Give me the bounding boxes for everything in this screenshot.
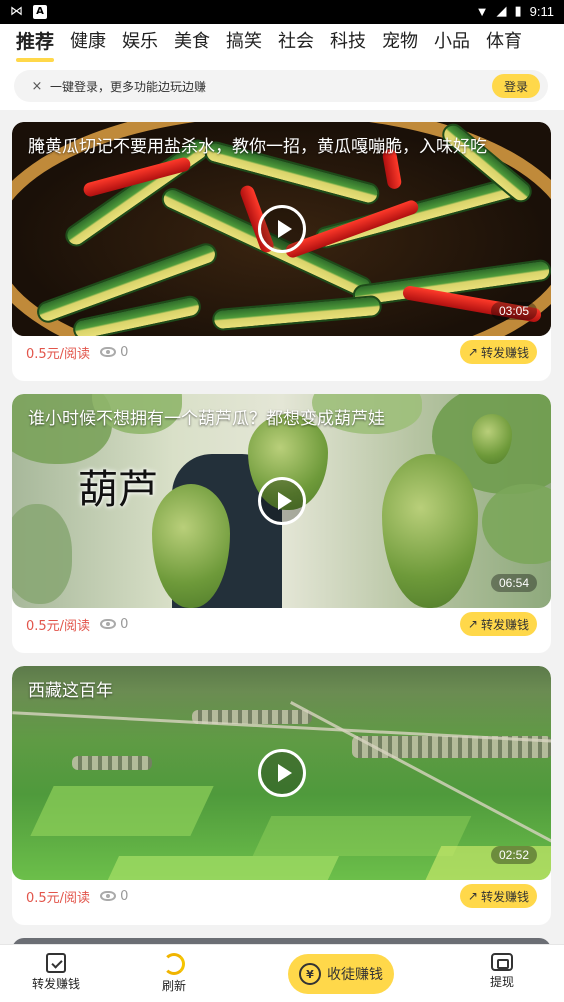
nav-refresh-label: 刷新 bbox=[162, 979, 187, 993]
reward-price: 0.5元/阅读 bbox=[26, 890, 91, 906]
video-duration: 06:54 bbox=[490, 574, 537, 592]
tab-recommend[interactable]: 推荐 bbox=[8, 24, 62, 64]
tab-health[interactable]: 健康 bbox=[62, 24, 114, 64]
share-icon: ↗ bbox=[467, 617, 478, 631]
share-earn-button[interactable]: ↗ 转发赚钱 bbox=[459, 612, 537, 636]
nav-share-earn-label: 转发赚钱 bbox=[32, 977, 81, 991]
share-earn-button[interactable]: ↗ 转发赚钱 bbox=[459, 340, 537, 364]
share-earn-button[interactable]: ↗ 转发赚钱 bbox=[459, 884, 537, 908]
view-count: 0 bbox=[100, 345, 128, 360]
video-thumbnail[interactable]: 葫芦 谁小时候不想拥有一个葫芦瓜？都想变成葫芦娃 06:54 bbox=[12, 394, 551, 608]
share-icon: ↗ bbox=[467, 345, 478, 359]
view-count: 0 bbox=[100, 889, 128, 904]
tab-society[interactable]: 社会 bbox=[270, 24, 322, 64]
overlay-calligraphy: 葫芦 bbox=[78, 467, 158, 513]
recruit-earn-button[interactable]: ¥ 收徒赚钱 bbox=[288, 954, 394, 994]
video-duration: 02:52 bbox=[490, 846, 537, 864]
tab-pets[interactable]: 宠物 bbox=[374, 24, 426, 64]
login-button[interactable]: 登录 bbox=[492, 74, 540, 98]
video-thumbnail[interactable]: 腌黄瓜切记不要用盐杀水，教你一招，黄瓜嘎嘣脆，入味好吃 03:05 bbox=[12, 122, 551, 336]
tab-entertainment[interactable]: 娱乐 bbox=[114, 24, 166, 64]
eye-icon bbox=[100, 891, 117, 901]
play-icon[interactable] bbox=[258, 749, 306, 797]
share-icon: ↗ bbox=[467, 889, 478, 903]
nav-refresh[interactable]: 刷新 bbox=[162, 953, 186, 994]
video-card[interactable]: 葫芦 谁小时候不想拥有一个葫芦瓜？都想变成葫芦娃 06:54 0.5元/阅读 0… bbox=[12, 394, 551, 653]
tab-funny[interactable]: 搞笑 bbox=[218, 24, 270, 64]
share-box-icon bbox=[46, 953, 66, 973]
login-banner-text: 一键登录，更多功能边玩边赚 bbox=[50, 79, 207, 94]
video-thumbnail[interactable]: 西藏这百年 02:52 bbox=[12, 666, 551, 880]
bottom-navigation: 转发赚钱 刷新 提现 bbox=[0, 944, 564, 1002]
play-icon[interactable] bbox=[258, 205, 306, 253]
reward-price: 0.5元/阅读 bbox=[26, 346, 91, 362]
tab-skits[interactable]: 小品 bbox=[426, 24, 478, 64]
eye-icon bbox=[100, 347, 117, 357]
refresh-icon bbox=[163, 953, 185, 975]
video-title[interactable]: 腌黄瓜切记不要用盐杀水，教你一招，黄瓜嘎嘣脆，入味好吃 bbox=[28, 134, 535, 160]
wallet-icon bbox=[491, 953, 513, 971]
app-notification-icon: ⋈ bbox=[10, 4, 23, 19]
video-duration: 03:05 bbox=[490, 302, 537, 320]
video-card[interactable]: 西藏这百年 02:52 0.5元/阅读 0 ↗ 转发赚钱 bbox=[12, 666, 551, 925]
eye-icon bbox=[100, 619, 117, 629]
tab-tech[interactable]: 科技 bbox=[322, 24, 374, 64]
nav-withdraw-label: 提现 bbox=[490, 975, 515, 989]
close-icon[interactable]: × bbox=[24, 79, 50, 94]
status-bar: ⋈ A ▼ ◢ ▮ 9:11 bbox=[0, 0, 564, 24]
video-card[interactable]: 腌黄瓜切记不要用盐杀水，教你一招，黄瓜嘎嘣脆，入味好吃 03:05 0.5元/阅… bbox=[12, 122, 551, 381]
nav-share-earn[interactable]: 转发赚钱 bbox=[32, 953, 80, 992]
video-title[interactable]: 西藏这百年 bbox=[28, 678, 535, 704]
video-title[interactable]: 谁小时候不想拥有一个葫芦瓜？都想变成葫芦娃 bbox=[28, 406, 535, 432]
a-notification-icon: A bbox=[33, 4, 47, 19]
tab-food[interactable]: 美食 bbox=[166, 24, 218, 64]
battery-icon: ▮ bbox=[514, 3, 522, 18]
play-icon[interactable] bbox=[258, 477, 306, 525]
signal-icon: ◢ bbox=[496, 3, 507, 18]
tab-sports[interactable]: 体育 bbox=[478, 24, 530, 64]
yen-coin-icon: ¥ bbox=[299, 963, 321, 985]
category-tabs: 推荐 健康 娱乐 美食 搞笑 社会 科技 宠物 小品 体育 bbox=[0, 24, 564, 64]
nav-withdraw[interactable]: 提现 bbox=[490, 953, 514, 990]
wifi-icon: ▼ bbox=[475, 3, 489, 19]
clock: 9:11 bbox=[529, 3, 554, 19]
login-banner: × 一键登录，更多功能边玩边赚 登录 bbox=[0, 64, 564, 110]
view-count: 0 bbox=[100, 617, 128, 632]
reward-price: 0.5元/阅读 bbox=[26, 618, 91, 634]
recruit-earn-label: 收徒赚钱 bbox=[327, 967, 383, 983]
